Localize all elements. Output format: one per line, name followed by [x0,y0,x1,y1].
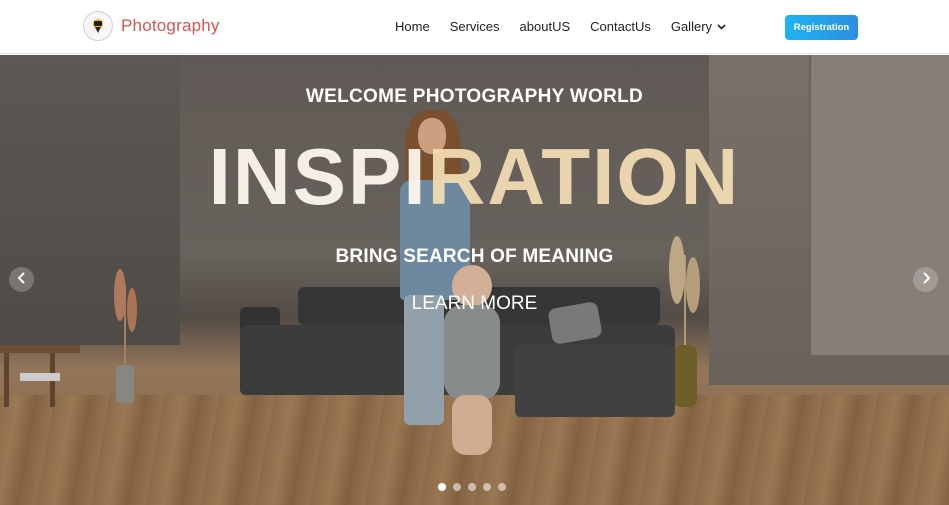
carousel-dot-1[interactable] [438,483,446,491]
hero-overlay [0,55,949,505]
navbar: Photography Home Services aboutUS Contac… [0,0,949,54]
carousel-prev-button[interactable] [9,267,34,292]
camera-person-icon [83,11,113,41]
brand[interactable]: Photography [83,11,220,41]
registration-button[interactable]: Registration [785,15,858,40]
chevron-right-icon [921,271,931,289]
hero-carousel: WELCOME PHOTOGRAPHY WORLD INSPIRATION BR… [0,55,949,505]
chevron-down-icon [717,23,726,30]
nav-gallery-label: Gallery [670,19,713,34]
hero-title: INSPIRATION [0,137,949,217]
carousel-dot-5[interactable] [498,483,506,491]
hero-title-part2: RATION [427,132,741,221]
carousel-dot-2[interactable] [453,483,461,491]
hero-welcome-heading: WELCOME PHOTOGRAPHY WORLD [305,86,644,107]
carousel-indicators [438,483,513,491]
nav-about[interactable]: aboutUS [520,19,571,34]
hero-subtitle: BRING SEARCH OF MEANING [335,246,614,267]
chevron-left-icon [17,271,27,289]
nav-gallery-dropdown[interactable]: Gallery [671,19,726,34]
nav-home[interactable]: Home [395,19,430,34]
nav-contact[interactable]: ContactUs [590,19,651,34]
brand-name: Photography [121,16,220,35]
carousel-dot-4[interactable] [483,483,491,491]
nav-links: Home Services aboutUS ContactUs Gallery [395,19,726,34]
carousel-next-button[interactable] [913,267,938,292]
carousel-dot-3[interactable] [468,483,476,491]
nav-services[interactable]: Services [450,19,500,34]
learn-more-button[interactable]: LEARN MORE [400,290,549,318]
hero-title-part1: INSPI [208,132,428,221]
